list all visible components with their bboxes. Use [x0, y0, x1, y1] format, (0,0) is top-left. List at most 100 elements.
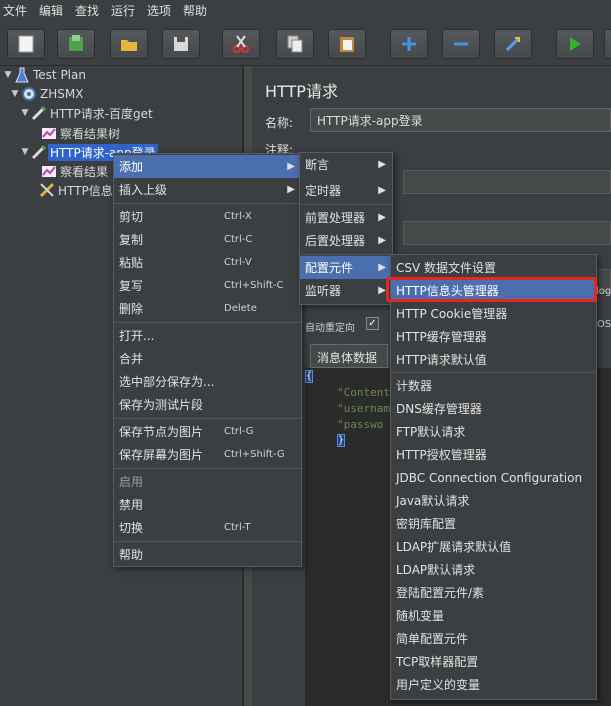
- toggle-icon: [505, 36, 521, 52]
- config-java-defaults[interactable]: Java默认请求: [391, 489, 596, 512]
- expand-button[interactable]: [390, 29, 428, 59]
- menu-run[interactable]: 运行: [108, 2, 144, 19]
- submenu-arrow-icon: ▶: [378, 285, 386, 296]
- config-counter[interactable]: 计数器: [391, 374, 596, 397]
- config-ldap-ext-defaults[interactable]: LDAP扩展请求默认值: [391, 535, 596, 558]
- pipette-icon: [30, 105, 48, 121]
- expand-icon: [402, 37, 416, 51]
- menu-options[interactable]: 选项: [144, 2, 180, 19]
- cut-button[interactable]: [222, 29, 260, 59]
- submenu-arrow-icon: ▶: [287, 184, 295, 195]
- paste-button[interactable]: [328, 29, 366, 59]
- config-ftp-defaults[interactable]: FTP默认请求: [391, 420, 596, 443]
- config-user-defined-variables[interactable]: 用户定义的变量: [391, 673, 596, 696]
- menu-file[interactable]: 文件: [0, 2, 36, 19]
- name-input[interactable]: HTTP请求-app登录: [310, 108, 611, 132]
- save-icon: [174, 37, 188, 51]
- context-menu-duplicate[interactable]: 复写 Ctrl+Shift-C: [114, 274, 301, 297]
- menu-separator: [114, 322, 301, 323]
- config-element-submenu: CSV 数据文件设置 HTTP信息头管理器 HTTP Cookie管理器 HTT…: [390, 254, 597, 700]
- context-menu-merge[interactable]: 合并: [114, 347, 301, 370]
- collapse-button[interactable]: [442, 29, 480, 59]
- context-menu-delete[interactable]: 删除 Delete: [114, 297, 301, 320]
- context-menu-disable[interactable]: 禁用: [114, 493, 301, 516]
- config-http-cookie-manager[interactable]: HTTP Cookie管理器: [391, 302, 596, 325]
- templates-button[interactable]: [57, 29, 95, 59]
- context-menu-save-selection[interactable]: 选中部分保存为...: [114, 370, 301, 393]
- submenu-arrow-icon: ▶: [378, 159, 386, 170]
- logo-text: log: [596, 286, 611, 297]
- config-http-request-defaults[interactable]: HTTP请求默认值: [391, 348, 596, 371]
- toggle-button[interactable]: [494, 29, 532, 59]
- name-label: 名称:: [265, 116, 294, 130]
- config-random-variable[interactable]: 随机变量: [391, 604, 596, 627]
- context-menu-save-screen-image[interactable]: 保存屏幕为图片 Ctrl+Shift-G: [114, 443, 301, 466]
- copy-icon: [287, 35, 303, 53]
- code-line-1: "Content: [337, 386, 390, 399]
- config-http-auth-manager[interactable]: HTTP授权管理器: [391, 443, 596, 466]
- expand-arrow-icon[interactable]: ▼: [20, 147, 30, 157]
- tree-node-test-plan[interactable]: ▼ Test Plan: [3, 66, 88, 84]
- context-menu-save-fragment[interactable]: 保存为测试片段: [114, 393, 301, 416]
- context-menu-enable[interactable]: 启用: [114, 470, 301, 493]
- add-menu-timer[interactable]: 定时器 ▶: [300, 179, 392, 202]
- context-menu-copy[interactable]: 复制 Ctrl-C: [114, 228, 301, 251]
- run-icon: [570, 37, 581, 51]
- context-menu-toggle[interactable]: 切换 Ctrl-T: [114, 516, 301, 539]
- menu-search[interactable]: 查找: [72, 2, 108, 19]
- context-menu-save-node-image[interactable]: 保存节点为图片 Ctrl-G: [114, 420, 301, 443]
- chart-icon: [40, 125, 58, 141]
- pipette-icon: [30, 144, 48, 160]
- flask-icon: [13, 67, 31, 83]
- menu-separator: [114, 203, 301, 204]
- context-menu-paste[interactable]: 粘贴 Ctrl-V: [114, 251, 301, 274]
- save-button[interactable]: [162, 29, 200, 59]
- config-jdbc-connection[interactable]: JDBC Connection Configuration: [391, 466, 596, 489]
- expand-arrow-icon[interactable]: ▼: [10, 89, 20, 99]
- add-menu-preprocessor[interactable]: 前置处理器 ▶: [300, 206, 392, 229]
- add-menu-assertion[interactable]: 断言 ▶: [300, 153, 392, 176]
- redirect-checkbox[interactable]: ✓: [366, 317, 379, 330]
- open-button[interactable]: [110, 29, 148, 59]
- server-field[interactable]: [403, 221, 611, 245]
- menu-edit[interactable]: 编辑: [36, 2, 72, 19]
- config-login-config[interactable]: 登陆配置元件/素: [391, 581, 596, 604]
- config-ldap-defaults[interactable]: LDAP默认请求: [391, 558, 596, 581]
- add-menu-postprocessor[interactable]: 后置处理器 ▶: [300, 229, 392, 252]
- context-menu-add[interactable]: 添加 ▶: [114, 155, 301, 178]
- submenu-arrow-icon: ▶: [378, 262, 386, 273]
- copy-button[interactable]: [276, 29, 314, 59]
- protocol-field[interactable]: [403, 170, 611, 194]
- toolbar-more-button[interactable]: [604, 29, 611, 59]
- context-menu: 添加 ▶ 插入上级 ▶ 剪切 Ctrl-X 复制 Ctrl-C 粘贴 Ctrl-…: [113, 153, 302, 567]
- expand-arrow-icon[interactable]: ▼: [20, 108, 30, 118]
- config-tcp-sampler-config[interactable]: TCP取样器配置: [391, 650, 596, 673]
- tree-node-listener-2[interactable]: 察看结果: [40, 162, 110, 180]
- context-menu-insert-parent[interactable]: 插入上级 ▶: [114, 178, 301, 201]
- add-menu-config-element[interactable]: 配置元件 ▶: [300, 256, 392, 279]
- tree-node-header-manager[interactable]: HTTP信息: [38, 181, 115, 199]
- config-simple-config[interactable]: 简单配置元件: [391, 627, 596, 650]
- add-submenu: 断言 ▶ 定时器 ▶ 前置处理器 ▶ 后置处理器 ▶ 配置元件 ▶ 监听器 ▶: [299, 152, 393, 305]
- context-menu-cut[interactable]: 剪切 Ctrl-X: [114, 205, 301, 228]
- cut-icon: [233, 35, 249, 53]
- context-menu-help[interactable]: 帮助: [114, 543, 301, 566]
- config-http-cache-manager[interactable]: HTTP缓存管理器: [391, 325, 596, 348]
- config-csv-data-set[interactable]: CSV 数据文件设置: [391, 256, 596, 279]
- paste-icon: [340, 37, 354, 52]
- run-button[interactable]: [556, 29, 594, 59]
- menu-separator: [300, 204, 392, 205]
- redirect-label: 自动重定向: [305, 323, 355, 334]
- context-menu-open[interactable]: 打开...: [114, 324, 301, 347]
- config-dns-cache-manager[interactable]: DNS缓存管理器: [391, 397, 596, 420]
- config-keystore[interactable]: 密钥库配置: [391, 512, 596, 535]
- new-button[interactable]: [7, 29, 45, 59]
- menu-help[interactable]: 帮助: [180, 2, 216, 19]
- brace-open: {: [305, 370, 313, 383]
- tree-node-thread-group[interactable]: ▼ ZHSMX: [10, 85, 85, 103]
- tab-body-data[interactable]: 消息体数据: [310, 344, 388, 368]
- tree-node-request-baidu[interactable]: ▼ HTTP请求-百度get: [20, 104, 155, 122]
- add-menu-listener[interactable]: 监听器 ▶: [300, 279, 392, 302]
- expand-arrow-icon[interactable]: ▼: [3, 70, 13, 80]
- tree-node-listener-1[interactable]: 察看结果树: [40, 124, 122, 142]
